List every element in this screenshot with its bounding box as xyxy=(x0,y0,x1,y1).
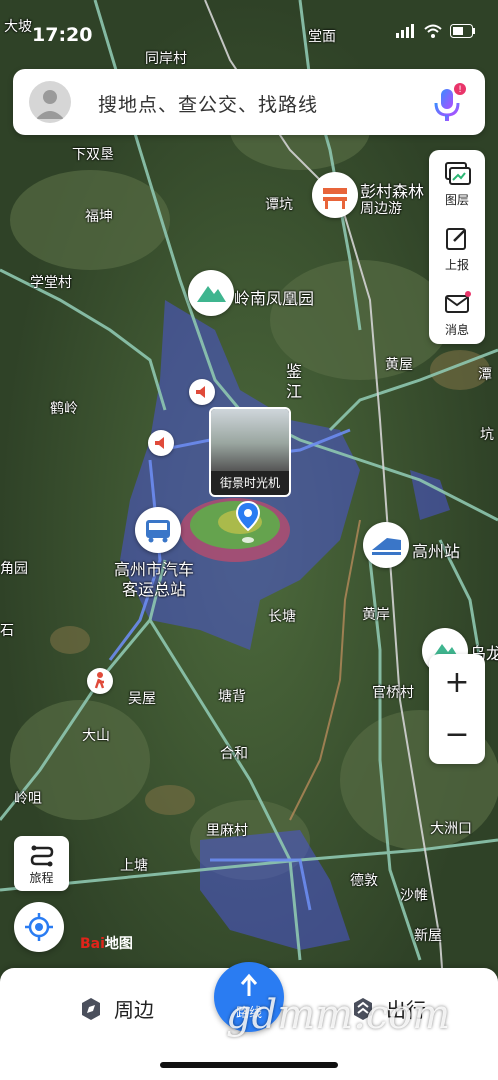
place-label: 大洲口 xyxy=(430,821,472,837)
map-tools-panel: 图层 上报 消息 xyxy=(429,150,485,344)
place-label: 里麻村 xyxy=(206,823,248,839)
place-label: 下双垦 xyxy=(72,147,114,163)
place-label: 德敦 xyxy=(350,873,378,889)
place-label: 高州站 xyxy=(412,542,461,561)
layers-label: 图层 xyxy=(444,193,469,207)
place-label: 大山 xyxy=(82,728,110,744)
place-label: 角园 xyxy=(0,561,28,577)
map-view[interactable]: 大坡 堂面 同岸村 下双垦 福坤 谭坑 彭村森林 周边游 学堂村 岭南凤凰园 鉴… xyxy=(0,0,498,1080)
status-time: 17:20 xyxy=(32,24,93,46)
bus-station-poi-icon[interactable] xyxy=(135,507,181,553)
place-label: 坑 xyxy=(480,427,494,443)
report-button[interactable]: 上报 xyxy=(429,215,485,279)
place-label: 官桥村 xyxy=(372,685,414,701)
place-label: 黄屋 xyxy=(385,357,413,373)
hiking-poi-icon[interactable] xyxy=(87,668,113,694)
message-icon xyxy=(445,291,471,313)
search-placeholder[interactable]: 搜地点、查公交、找路线 xyxy=(98,90,318,117)
place-label: 岭咀 xyxy=(14,791,42,807)
locate-me-button[interactable] xyxy=(14,902,64,952)
place-label: 江 xyxy=(286,382,303,401)
baidu-map-logo: Bai地图 xyxy=(80,936,133,952)
place-label: 岭南凤凰园 xyxy=(234,289,315,308)
layers-icon xyxy=(445,162,471,185)
place-label: 合和 xyxy=(220,746,248,762)
voice-search-icon[interactable]: ! xyxy=(425,81,469,125)
trip-button[interactable]: 旅程 xyxy=(14,836,69,891)
place-label: 上塘 xyxy=(120,858,148,874)
home-indicator xyxy=(160,1062,338,1068)
message-button[interactable]: 消息 xyxy=(429,280,485,344)
place-label: 新屋 xyxy=(414,928,442,944)
place-label: 塘背 xyxy=(218,689,246,705)
nearby-button[interactable]: 周边 xyxy=(78,994,154,1023)
watermark: gdmm.com xyxy=(226,992,451,1038)
battery-icon xyxy=(450,24,475,38)
nearby-label: 周边 xyxy=(114,998,154,1022)
cellular-signal-icon xyxy=(396,24,414,38)
avatar[interactable] xyxy=(29,81,71,123)
streetview-thumbnail xyxy=(211,409,289,471)
place-label: 吴屋 xyxy=(128,691,156,707)
place-label: 潭 xyxy=(478,367,492,383)
place-label: 学堂村 xyxy=(30,275,72,291)
place-label: 鹤岭 xyxy=(50,401,78,417)
report-icon xyxy=(446,228,466,250)
place-label: 沙帷 xyxy=(400,888,428,904)
place-label: 黄岸 xyxy=(362,607,390,623)
location-pin-icon[interactable] xyxy=(235,500,261,546)
status-icons xyxy=(396,24,476,38)
park-bench-poi-icon[interactable] xyxy=(312,172,358,218)
place-label: 长塘 xyxy=(268,609,296,625)
place-label: 福坤 xyxy=(85,209,113,225)
search-bar[interactable]: 搜地点、查公交、找路线 ! xyxy=(13,69,485,135)
status-bar: 17:20 xyxy=(0,0,498,60)
zoom-in-button[interactable]: + xyxy=(429,658,485,708)
place-label: 谭坑 xyxy=(265,197,293,213)
place-label: 客运总站 xyxy=(122,580,187,599)
zoom-control: + − xyxy=(429,654,485,764)
layers-button[interactable]: 图层 xyxy=(429,150,485,214)
train-station-poi-icon[interactable] xyxy=(363,522,409,568)
place-label: 石 xyxy=(0,623,14,639)
svg-text:!: ! xyxy=(458,85,462,95)
compass-icon xyxy=(82,997,100,1020)
zoom-out-button[interactable]: − xyxy=(429,710,485,760)
speaker-poi-icon[interactable] xyxy=(148,430,174,456)
route-trip-icon xyxy=(30,845,53,867)
crosshair-icon xyxy=(25,913,53,941)
trip-label: 旅程 xyxy=(29,871,54,885)
wifi-icon xyxy=(424,24,442,38)
speaker-poi-icon[interactable] xyxy=(189,379,215,405)
message-label: 消息 xyxy=(444,323,469,337)
streetview-card[interactable]: 街景时光机 xyxy=(209,407,291,497)
mountain-poi-icon[interactable] xyxy=(188,270,234,316)
place-label: 周边游 xyxy=(360,201,402,217)
report-label: 上报 xyxy=(444,258,469,272)
streetview-label: 街景时光机 xyxy=(219,476,280,490)
